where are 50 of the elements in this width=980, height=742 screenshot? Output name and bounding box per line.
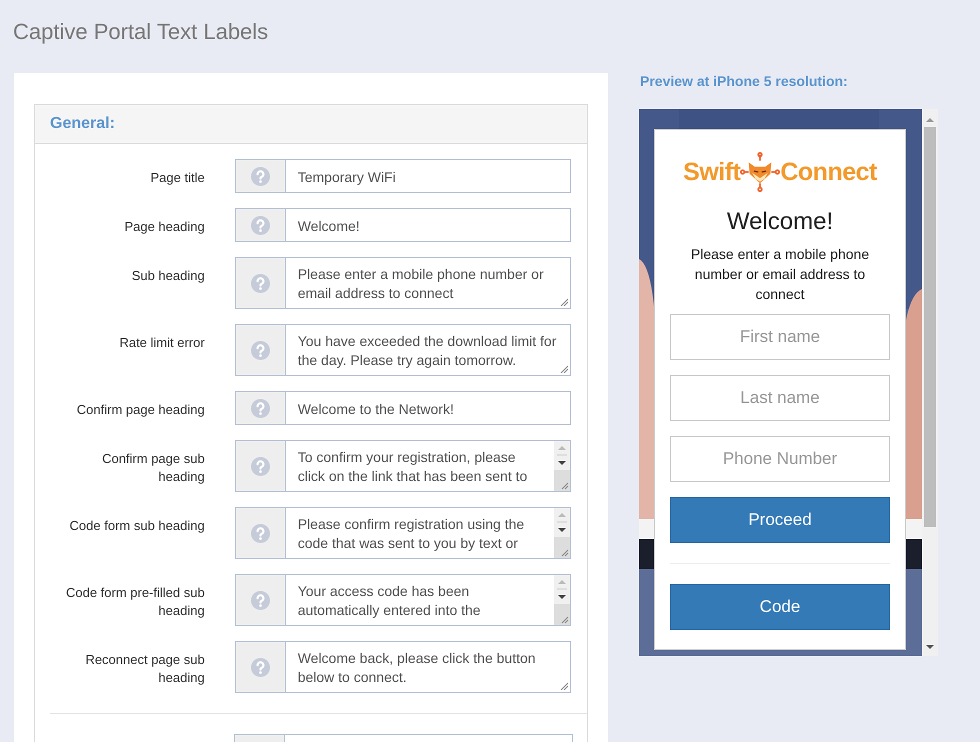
field-label: Confirm page heading [76,401,205,419]
text-area[interactable]: Please enter a mobile phone number or email address to connect [234,257,571,309]
code-button[interactable]: Code [670,584,890,630]
field-value: Please confirm registration using the code that was sent to you by text or [298,515,526,553]
help-icon[interactable] [250,590,270,610]
text-area[interactable]: Your access code has been automatically entered into the [234,574,571,626]
text-input[interactable]: Welcome! [234,208,571,242]
proceed-button[interactable]: Proceed [670,497,890,543]
text-area[interactable]: To confirm your registration, please click on the link that has been sent to [234,440,571,492]
text-area[interactable]: Please confirm registration using the code that was sent to you by text or [234,507,571,559]
field-label: Reconnect page sub heading [84,651,205,687]
help-icon[interactable] [250,274,270,292]
help-icon[interactable] [250,166,270,186]
text-area[interactable]: You have exceeded the download limit for the day. Please try again tomorrow. [234,324,571,376]
field-label: Code form pre-filled sub heading [64,584,205,620]
resize-grip-icon[interactable] [560,365,568,373]
help-icon[interactable] [250,524,270,542]
fox-icon [740,152,780,192]
resize-grip-icon[interactable] [560,682,568,690]
field-label: Sub heading [130,267,205,285]
field-value: Welcome to the Network! [298,400,455,419]
help-icon[interactable] [250,216,270,234]
field-value: Temporary WiFi [298,168,397,187]
field-value: Welcome back, please click the button below to connect. [298,649,537,687]
logo-text: Swift [683,158,740,186]
field-label: Code form sub heading [68,517,205,535]
logo-text: Connect [780,158,877,186]
field-value: To confirm your registration, please click on the link that has been sent to [298,448,528,486]
field-label: Page heading [123,218,205,236]
text-area[interactable]: Welcome back, please click the button below to connect. [234,641,571,693]
field-label: Confirm page sub heading [101,450,205,486]
help-icon[interactable] [250,658,270,676]
help-icon[interactable] [250,340,270,360]
field-value: Welcome! [298,217,361,236]
field-value: Please enter a mobile phone number or email address to connect [298,265,545,303]
subheading-text: Please enter a mobile phone number or email address to connect [690,245,870,304]
resize-grip-icon[interactable] [560,298,568,306]
field-value: Your access code has been automatically entered into the [298,582,482,620]
text-input[interactable]: Temporary WiFi [234,159,571,193]
page-title: Captive Portal Text Labels [12,18,270,46]
help-icon[interactable] [250,398,270,418]
help-icon[interactable] [250,456,270,476]
section-title: General: [50,115,115,133]
text-input[interactable] [234,734,573,742]
field-label: Rate limit error [118,334,205,352]
field-label: Page title [150,169,205,187]
preview-caption: Preview at iPhone 5 resolution: [640,73,848,89]
welcome-heading: Welcome! [726,208,834,236]
text-input[interactable]: Welcome to the Network! [234,391,571,425]
field-value: You have exceeded the download limit for the day. Please try again tomorrow. [298,332,558,370]
